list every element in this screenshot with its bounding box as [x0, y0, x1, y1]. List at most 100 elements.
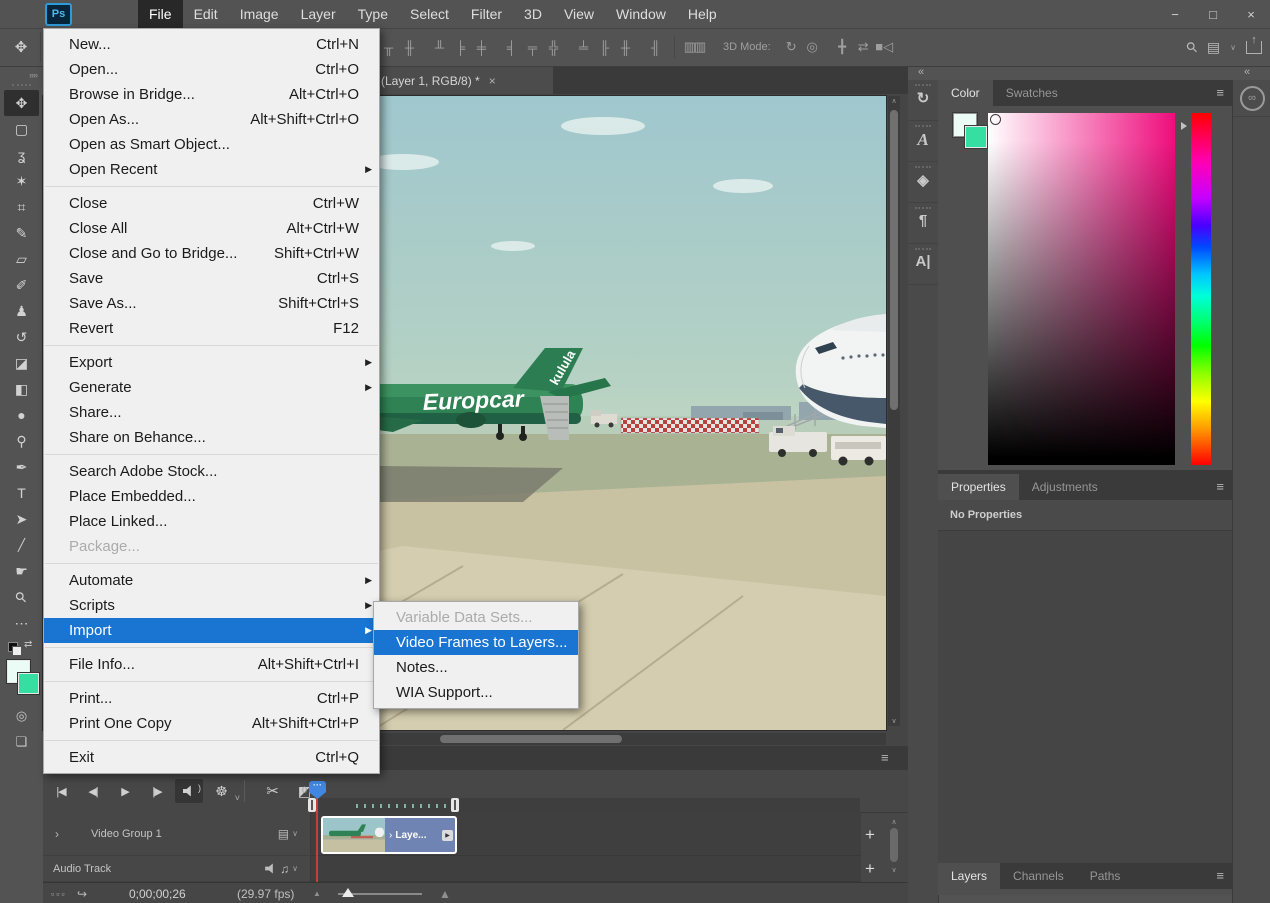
document-close-icon[interactable]: × [489, 74, 496, 88]
color-picker-ring[interactable] [990, 114, 1001, 125]
lasso-tool[interactable]: ʓ [4, 142, 39, 168]
item-export[interactable]: Export▶ [44, 350, 379, 375]
creative-cloud-cell[interactable]: ∞ [1233, 80, 1270, 117]
item-place-embedded[interactable]: Place Embedded... [44, 484, 379, 509]
creative-cloud-icon[interactable]: ∞ [1240, 86, 1265, 111]
add-audio-track-button[interactable]: + [859, 858, 881, 880]
share-icon[interactable]: ↑ [1246, 41, 1262, 54]
work-area-end-handle[interactable] [451, 798, 459, 812]
layers-panel-menu-icon[interactable]: ≡ [1216, 868, 1224, 883]
item-close[interactable]: CloseCtrl+W [44, 191, 379, 216]
item-print[interactable]: Print...Ctrl+P [44, 686, 379, 711]
hue-slider-arrow[interactable] [1181, 122, 1187, 130]
menu-window[interactable]: Window [605, 0, 677, 28]
clone-stamp-tool[interactable]: ♟ [4, 298, 39, 324]
item-print-one-copy[interactable]: Print One CopyAlt+Shift+Ctrl+P [44, 711, 379, 736]
timeline-ruler[interactable] [310, 798, 860, 812]
saturation-brightness-picker[interactable] [988, 113, 1175, 465]
item-import[interactable]: Import▶ [44, 618, 379, 643]
line-tool[interactable]: ╱ [4, 532, 39, 558]
align-right-edges-icon[interactable]: ╡ [501, 40, 522, 55]
3d-camera-icon[interactable]: ■◁ [874, 39, 895, 55]
tab-swatches[interactable]: Swatches [993, 80, 1071, 106]
rectangular-marquee-tool[interactable]: ▢ [4, 116, 39, 142]
distribute-vertical-centers-icon[interactable]: ╬ [543, 40, 564, 55]
crop-tool[interactable]: ⌗ [4, 194, 39, 220]
background-color-swatch[interactable] [18, 673, 39, 694]
document-tab[interactable]: (Layer 1, RGB/8) * × [373, 67, 553, 94]
3d-slide-icon[interactable]: ⇄ [853, 39, 874, 55]
swap-colors-icon[interactable]: ⇄ [24, 639, 32, 650]
item-scripts[interactable]: Scripts▶ [44, 593, 379, 618]
menu-type[interactable]: Type [347, 0, 399, 28]
workspace-caret-icon[interactable]: ∨ [1230, 43, 1236, 52]
zoom-tool[interactable]: ⚲ [4, 584, 39, 610]
previous-frame-button[interactable]: ◀| [79, 779, 107, 803]
3d-pan-icon[interactable]: ╋ [832, 39, 853, 55]
item-new[interactable]: New...Ctrl+N [44, 32, 379, 57]
pen-tool[interactable]: ✒ [4, 454, 39, 480]
scroll-up-icon[interactable]: ∧ [888, 97, 900, 105]
add-video-track-button[interactable]: + [859, 824, 881, 846]
first-frame-button[interactable]: |◀ [47, 779, 75, 803]
search-icon[interactable]: ⚲ [1182, 37, 1201, 56]
item-open-as-smart-object[interactable]: Open as Smart Object... [44, 132, 379, 157]
align-bottom-edges-icon[interactable]: ╨ [429, 40, 450, 55]
collapse-panels-icon[interactable]: « [918, 66, 924, 78]
menu-layer[interactable]: Layer [290, 0, 347, 28]
timeline-settings-button[interactable]: ☸ [207, 779, 235, 803]
flyout-arrow-icon[interactable]: ↪ [77, 883, 87, 903]
edit-toolbar-button[interactable]: ⋯ [4, 610, 39, 636]
menu-filter[interactable]: Filter [460, 0, 513, 28]
audio-mute-icon[interactable] [265, 863, 277, 874]
toolbar-expand-icon[interactable]: »» [0, 66, 43, 80]
play-button[interactable]: ▶ [111, 779, 139, 803]
video-group-header[interactable]: › Video Group 1 ▤ ∨ [43, 812, 311, 856]
item-share[interactable]: Share... [44, 400, 379, 425]
menu-3d[interactable]: 3D [513, 0, 553, 28]
toolbar-grip[interactable] [12, 84, 31, 86]
3d-panel-icon[interactable]: ◈ [908, 162, 938, 203]
audio-track-lane[interactable] [311, 856, 861, 882]
timeline-zoom-out-icon[interactable]: ▲ [313, 883, 321, 903]
item-file-info[interactable]: File Info...Alt+Shift+Ctrl+I [44, 652, 379, 677]
item-wia-support[interactable]: WIA Support... [374, 680, 578, 705]
collapse-dock-icon[interactable]: « [1244, 66, 1250, 78]
color-panel-menu-icon[interactable]: ≡ [1216, 85, 1224, 100]
frame-grid-icon[interactable]: ▫▫▫ [51, 883, 67, 903]
audio-track-header[interactable]: Audio Track ♫ ∨ [43, 856, 311, 882]
type-tool[interactable]: T [4, 480, 39, 506]
hand-tool[interactable]: ☛ [4, 558, 39, 584]
item-video-frames-to-layers[interactable]: Video Frames to Layers... [374, 630, 578, 655]
work-area-start-handle[interactable] [308, 798, 316, 812]
close-button[interactable]: × [1232, 0, 1270, 28]
item-close-all[interactable]: Close AllAlt+Ctrl+W [44, 216, 379, 241]
filmstrip-icon[interactable]: ▤ [278, 827, 289, 841]
character-panel-icon[interactable]: A [908, 121, 938, 162]
item-save[interactable]: SaveCtrl+S [44, 266, 379, 291]
expand-chevron-icon[interactable]: › [55, 827, 59, 841]
item-browse-in-bridge[interactable]: Browse in Bridge...Alt+Ctrl+O [44, 82, 379, 107]
quick-selection-tool[interactable]: ✶ [4, 168, 39, 194]
distribute-top-icon[interactable]: ╤ [522, 40, 543, 55]
canvas-vertical-scrollbar[interactable]: ∧ ∨ [888, 96, 900, 726]
move-tool[interactable]: ✥ [4, 90, 39, 116]
history-brush-tool[interactable]: ↺ [4, 324, 39, 350]
eraser-tool[interactable]: ◪ [4, 350, 39, 376]
horizontal-scroll-thumb[interactable] [440, 735, 622, 743]
distribute-bottom-icon[interactable]: ╧ [573, 40, 594, 55]
item-open[interactable]: Open...Ctrl+O [44, 57, 379, 82]
align-left-edges-icon[interactable]: ╞ [450, 40, 471, 55]
item-place-linked[interactable]: Place Linked... [44, 509, 379, 534]
item-generate[interactable]: Generate▶ [44, 375, 379, 400]
item-exit[interactable]: ExitCtrl+Q [44, 745, 379, 770]
timeline-zoom-thumb[interactable] [342, 888, 354, 897]
paragraph-panel-icon[interactable]: ¶ [908, 203, 938, 244]
video-clip[interactable]: › Laye... ▶ [321, 816, 457, 854]
menu-view[interactable]: View [553, 0, 605, 28]
hue-slider[interactable] [1191, 113, 1211, 465]
cut-frames-button[interactable]: ✂ [258, 779, 286, 803]
tab-channels[interactable]: Channels [1000, 863, 1077, 889]
clip-play-icon[interactable]: ▶ [442, 830, 453, 841]
tab-paths[interactable]: Paths [1077, 863, 1134, 889]
